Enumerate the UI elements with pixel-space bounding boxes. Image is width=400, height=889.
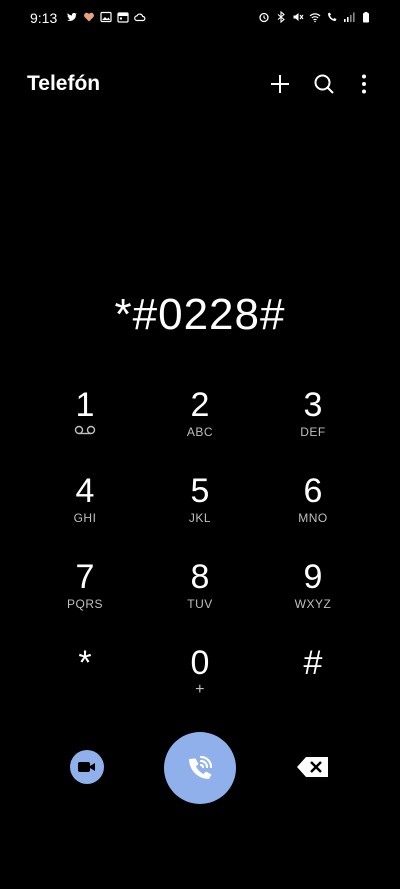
add-contact-button[interactable] (266, 70, 294, 98)
page-title: Telefón (27, 72, 101, 95)
cloud-icon (134, 13, 146, 22)
status-bar: 9:13 (0, 0, 400, 36)
key-digit: 3 (303, 386, 323, 424)
key-digit: 1 (75, 386, 95, 424)
heart-icon (84, 12, 94, 22)
voicemail-icon (74, 425, 96, 435)
key-7[interactable]: 7 PQRS (30, 557, 140, 637)
key-letters: TUV (187, 597, 213, 611)
search-button[interactable] (310, 70, 338, 98)
alarm-icon (259, 12, 269, 23)
key-8[interactable]: 8 TUV (145, 557, 255, 637)
search-icon (314, 74, 334, 94)
key-letters: DEF (300, 425, 326, 439)
key-digit: # (303, 644, 323, 682)
key-digit: 4 (75, 472, 95, 510)
call-button[interactable] (164, 732, 236, 804)
notification-icons (66, 11, 146, 23)
key-digit: 5 (190, 472, 210, 510)
video-camera-icon (78, 762, 95, 772)
key-letters: JKL (188, 511, 212, 525)
key-letters: MNO (298, 511, 328, 525)
key-4[interactable]: 4 GHI (30, 471, 140, 551)
key-digit: 8 (190, 558, 210, 596)
backspace-button[interactable] (296, 756, 330, 778)
key-9[interactable]: 9 WXYZ (258, 557, 368, 637)
wifi-call-icon (189, 755, 213, 779)
key-0[interactable]: 0 + (145, 643, 255, 723)
key-letters: PQRS (66, 597, 103, 611)
calendar-icon (117, 12, 129, 23)
key-letters: WXYZ (294, 597, 332, 611)
system-icons (258, 11, 372, 23)
backspace-icon (297, 757, 328, 777)
key-hash[interactable]: # (258, 643, 368, 723)
key-letters: ABC (186, 425, 214, 439)
wifi-call-icon (328, 12, 337, 21)
key-digit: 2 (190, 386, 210, 424)
key-letters: GHI (73, 511, 97, 525)
dialed-number[interactable]: *#0228# (0, 290, 400, 340)
video-call-button[interactable] (70, 750, 104, 784)
key-digit: 7 (75, 558, 95, 596)
status-time: 9:13 (30, 10, 58, 26)
battery-icon (363, 12, 369, 23)
more-options-button[interactable] (350, 70, 378, 98)
key-3[interactable]: 3 DEF (258, 385, 368, 465)
key-digit: 6 (303, 472, 323, 510)
key-digit: 9 (303, 558, 323, 596)
more-vert-icon (362, 74, 366, 94)
key-2[interactable]: 2 ABC (145, 385, 255, 465)
key-6[interactable]: 6 MNO (258, 471, 368, 551)
key-star[interactable]: * (30, 643, 140, 723)
plus-icon (271, 75, 289, 93)
dialer-actions (0, 730, 400, 810)
wifi-icon (309, 13, 321, 23)
twitter-icon (67, 12, 77, 21)
key-letters: + (195, 681, 205, 698)
app-bar: Telefón (0, 60, 400, 108)
key-digit: * (78, 644, 92, 682)
key-1[interactable]: 1 (30, 385, 140, 465)
image-icon (100, 11, 112, 23)
mute-icon (293, 13, 304, 21)
bluetooth-icon (277, 11, 285, 23)
signal-icon (344, 12, 355, 22)
key-digit: 0 (190, 644, 210, 682)
key-5[interactable]: 5 JKL (145, 471, 255, 551)
